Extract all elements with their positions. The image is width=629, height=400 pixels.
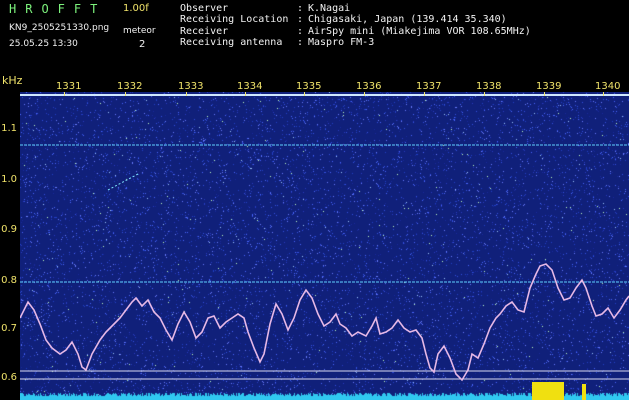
x-tickmark <box>304 92 305 96</box>
x-tickmark <box>364 92 365 96</box>
meteor-label: meteor <box>123 26 156 36</box>
x-tickmark <box>64 92 65 96</box>
x-tick-1333: 1333 <box>178 81 204 92</box>
x-tickmark <box>186 92 187 96</box>
x-tick-1334: 1334 <box>237 81 263 92</box>
x-tickmark <box>603 92 604 96</box>
observer-label: Observer <box>180 3 229 14</box>
y-tick-0-7: 0.7 <box>1 323 17 334</box>
x-tick-1338: 1338 <box>476 81 502 92</box>
x-tick-1336: 1336 <box>356 81 382 92</box>
x-tick-1339: 1339 <box>536 81 562 92</box>
observer-colon: : <box>297 3 304 14</box>
capture-datetime: 25.05.25 13:30 <box>9 39 78 49</box>
y-tick-0-8: 0.8 <box>1 275 17 286</box>
receiver-label: Receiver <box>180 26 229 37</box>
antenna-label: Receiving antenna <box>180 37 283 48</box>
x-tick-1331: 1331 <box>56 81 82 92</box>
x-tickmark <box>245 92 246 96</box>
meteor-streak <box>107 173 139 191</box>
meteor-echo-marker <box>532 382 564 400</box>
location-colon: : <box>297 14 304 25</box>
spectrogram-overlay <box>20 94 629 400</box>
y-tick-1-0: 1.0 <box>1 174 17 185</box>
x-tick-1340: 1340 <box>595 81 621 92</box>
y-tick-1-1: 1.1 <box>1 123 17 134</box>
meteor-echo-marker-small <box>582 384 586 400</box>
x-tickmark <box>424 92 425 96</box>
receiver-colon: : <box>297 26 304 37</box>
x-tickmark <box>544 92 545 96</box>
receiver-value: AirSpy mini (Miakejima VOR 108.65MHz) <box>308 26 531 37</box>
antenna-value: Maspro FM-3 <box>308 37 375 48</box>
location-value: Chigasaki, Japan (139.414 35.340) <box>308 14 507 25</box>
header-panel: HROFFT 1.00f KN9_2505251330.png 25.05.25… <box>0 0 629 76</box>
location-label: Receiving Location <box>180 14 289 25</box>
antenna-colon: : <box>297 37 304 48</box>
x-tick-1335: 1335 <box>296 81 322 92</box>
doppler-trace <box>20 263 629 382</box>
y-tick-0-9: 0.9 <box>1 224 17 235</box>
x-tick-1332: 1332 <box>117 81 143 92</box>
spectrogram-plot <box>20 92 629 400</box>
version-label: 1.00f <box>123 3 149 14</box>
observer-value: K.Nagai <box>308 3 351 14</box>
y-tick-0-6: 0.6 <box>1 372 17 383</box>
meteor-count: 2 <box>139 39 146 50</box>
unit-label: kHz <box>2 74 23 87</box>
x-tickmark <box>125 92 126 96</box>
x-tickmark <box>484 92 485 96</box>
x-tick-1337: 1337 <box>416 81 442 92</box>
app-title: HROFFT <box>9 2 107 16</box>
file-name: KN9_2505251330.png <box>9 23 110 33</box>
